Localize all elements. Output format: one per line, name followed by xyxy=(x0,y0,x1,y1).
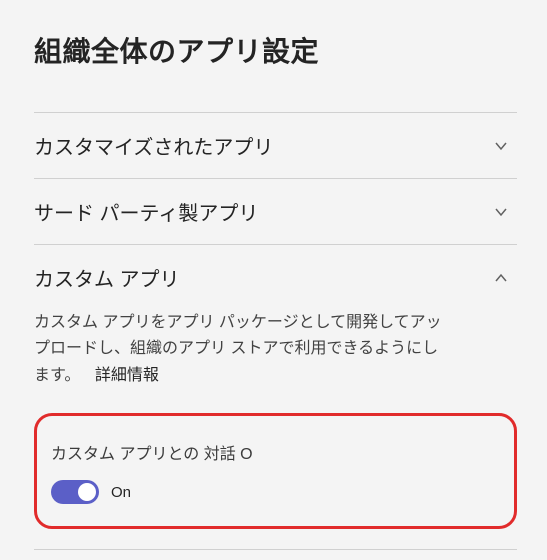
highlight-box: カスタム アプリとの 対話 O On xyxy=(34,413,517,529)
section-header-customized-apps[interactable]: カスタマイズされたアプリ xyxy=(34,113,517,178)
section-header-custom-apps[interactable]: カスタム アプリ xyxy=(34,245,517,310)
more-info-link[interactable]: 詳細情報 xyxy=(95,367,159,384)
chevron-down-icon xyxy=(491,136,511,156)
section-header-third-party-apps[interactable]: サード パーティ製アプリ xyxy=(34,179,517,244)
toggle-label: カスタム アプリとの 対話 O xyxy=(51,440,494,464)
chevron-up-icon xyxy=(491,268,511,288)
section-title: カスタマイズされたアプリ xyxy=(34,131,273,160)
section-customized-apps: カスタマイズされたアプリ xyxy=(34,112,517,178)
toggle-row: On xyxy=(51,480,494,504)
chevron-down-icon xyxy=(491,202,511,222)
section-title: サード パーティ製アプリ xyxy=(34,197,258,226)
section-title: カスタム アプリ xyxy=(34,263,180,292)
custom-apps-toggle[interactable] xyxy=(51,480,99,504)
section-body-custom-apps: カスタム アプリをアプリ パッケージとして開発してアップロードし、組織のアプリ … xyxy=(34,310,517,549)
section-custom-apps: カスタム アプリ カスタム アプリをアプリ パッケージとして開発してアップロード… xyxy=(34,244,517,550)
section-description: カスタム アプリをアプリ パッケージとして開発してアップロードし、組織のアプリ … xyxy=(34,310,444,389)
section-third-party-apps: サード パーティ製アプリ xyxy=(34,178,517,244)
toggle-knob xyxy=(78,483,96,501)
page-title: 組織全体のアプリ設定 xyxy=(34,30,517,70)
toggle-state-label: On xyxy=(111,484,131,501)
